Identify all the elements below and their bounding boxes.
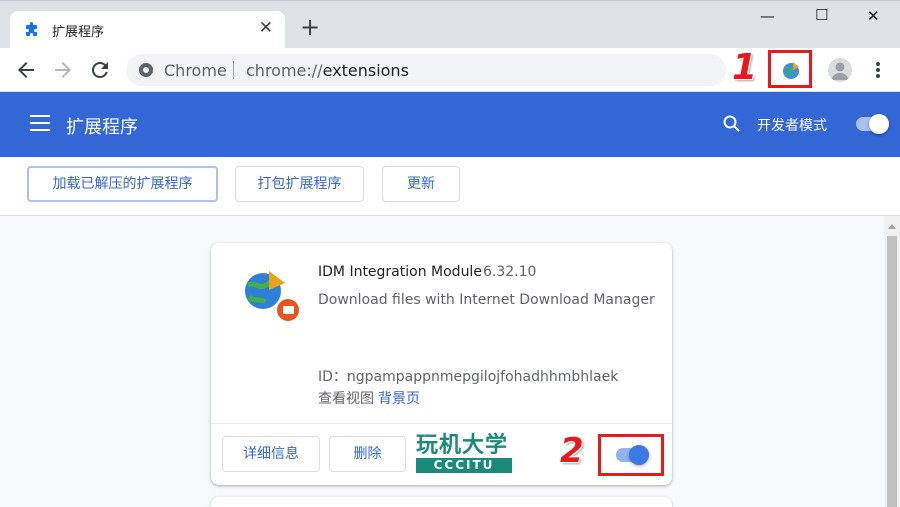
hamburger-menu-icon[interactable]: [30, 115, 50, 131]
inspect-views: 查看视图 背景页: [318, 388, 420, 408]
extension-id: ID：ngpampappnmepgilojfohadhhmbhlaek: [318, 369, 619, 385]
background-page-link[interactable]: 背景页: [378, 391, 420, 407]
more-menu-icon[interactable]: [868, 58, 888, 82]
tab-strip: 扩展程序 ✕ + — ☐ ✕: [0, 0, 900, 49]
watermark-en: CCCITU: [416, 458, 512, 473]
extension-description: Download files with Internet Download Ma…: [318, 292, 655, 308]
tab-extensions[interactable]: 扩展程序 ✕: [10, 11, 285, 49]
url-text: chrome://extensions: [246, 61, 409, 80]
card-divider: [211, 423, 672, 424]
inspect-views-label: 查看视图: [318, 391, 374, 407]
person-icon: [831, 62, 849, 80]
highlight-box: [598, 434, 664, 476]
idm-globe-icon: [783, 62, 799, 79]
extension-version: 6.32.10: [483, 264, 537, 280]
annotation-2: 2: [560, 431, 584, 471]
window-close-button[interactable]: ✕: [867, 7, 880, 25]
site-label: Chrome: [164, 61, 227, 80]
extension-enable-toggle[interactable]: [613, 445, 649, 465]
reload-icon[interactable]: [88, 58, 112, 82]
profile-avatar[interactable]: [828, 58, 852, 82]
scrollbar-thumb[interactable]: [887, 236, 897, 507]
annotation-1: 1: [732, 47, 758, 88]
forward-arrow-icon[interactable]: [51, 58, 75, 82]
extension-name: IDM Integration Module: [318, 264, 482, 280]
address-bar[interactable]: Chrome chrome://extensions: [126, 54, 726, 86]
tab-close-icon[interactable]: ✕: [259, 18, 273, 38]
puzzle-icon: [26, 22, 37, 36]
watermark-cn: 玩机大学: [416, 433, 509, 458]
page-title: 扩展程序: [66, 117, 138, 138]
extensions-header: 扩展程序 开发者模式: [0, 92, 900, 157]
extension-card-next: [211, 497, 672, 507]
back-arrow-icon[interactable]: [14, 58, 38, 82]
idm-extension-button[interactable]: [768, 50, 812, 88]
developer-mode-toggle[interactable]: [853, 114, 889, 134]
tab-title: 扩展程序: [52, 25, 105, 40]
browser-toolbar: Chrome chrome://extensions 1: [0, 48, 900, 92]
pack-extension-button[interactable]: 打包扩展程序: [235, 166, 364, 202]
watermark-logo: 玩机大学 CCCITU: [416, 435, 516, 475]
update-button[interactable]: 更新: [382, 166, 460, 202]
maximize-button[interactable]: ☐: [815, 6, 828, 24]
new-tab-button[interactable]: +: [300, 15, 320, 39]
load-unpacked-button[interactable]: 加载已解压的扩展程序: [27, 166, 218, 202]
minimize-button[interactable]: —: [760, 7, 775, 25]
scrollbar[interactable]: [884, 216, 900, 507]
details-button[interactable]: 详细信息: [222, 436, 320, 472]
search-icon[interactable]: [722, 114, 742, 134]
action-bar: 加载已解压的扩展程序 打包扩展程序 更新: [0, 157, 900, 216]
idm-logo-icon: [245, 271, 299, 321]
remove-button[interactable]: 删除: [329, 436, 406, 472]
omnibox-divider: [233, 61, 234, 79]
extension-card-idm: IDM Integration Module 6.32.10 Download …: [211, 243, 672, 485]
developer-mode-label: 开发者模式: [757, 118, 827, 134]
scroll-up-arrow-icon[interactable]: [888, 224, 896, 229]
chrome-site-icon: [139, 63, 153, 77]
